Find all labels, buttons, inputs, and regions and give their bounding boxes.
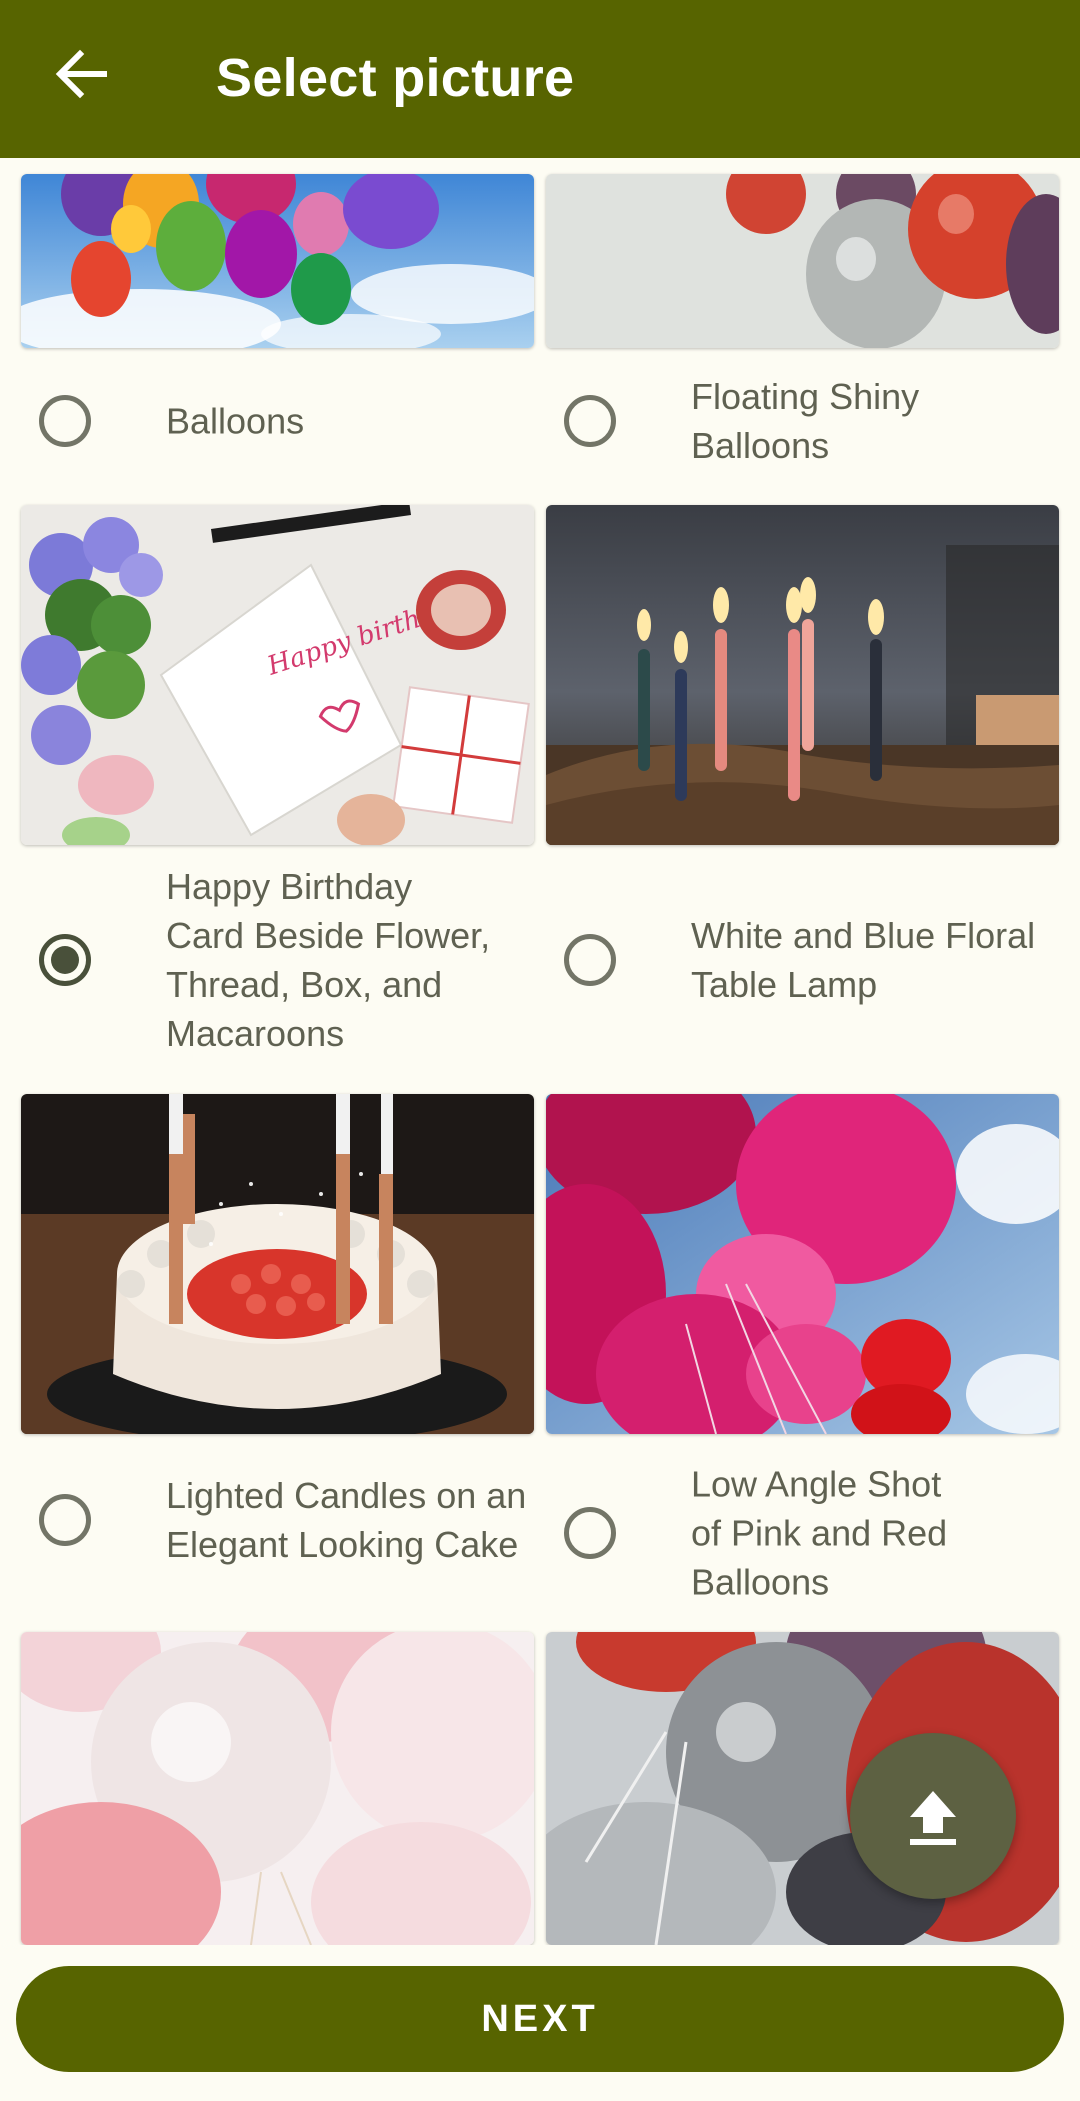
radio-button-selected[interactable] <box>39 934 91 986</box>
option-label: White and Blue Floral Table Lamp <box>691 915 1036 1005</box>
upload-icon <box>910 1791 956 1845</box>
picture-floral-table-lamp[interactable] <box>546 505 1059 845</box>
radio-button[interactable] <box>39 1494 91 1546</box>
option-label: Happy Birthday Card Beside Flower, Threa… <box>166 866 491 1054</box>
picture-grid[interactable]: Balloons Floating Shiny Balloons Happy b… <box>0 158 1080 1945</box>
option-balloons[interactable]: Balloons <box>21 361 534 481</box>
option-pink-red-balloons[interactable]: Low Angle Shot of Pink and Red Balloons <box>546 1460 1059 1605</box>
option-birthday-card[interactable]: Happy Birthday Card Beside Flower, Threa… <box>21 865 534 1055</box>
picture-pink-red-balloons[interactable] <box>546 1094 1059 1434</box>
picture-lighted-candles-cake[interactable] <box>21 1094 534 1434</box>
option-floral-table-lamp[interactable]: White and Blue Floral Table Lamp <box>546 865 1059 1055</box>
option-floating-shiny-balloons[interactable]: Floating Shiny Balloons <box>546 361 1059 481</box>
radio-button[interactable] <box>564 395 616 447</box>
next-button[interactable]: NEXT <box>16 1966 1064 2072</box>
option-lighted-candles-cake[interactable]: Lighted Candles on an Elegant Looking Ca… <box>21 1460 534 1580</box>
option-label: Floating Shiny Balloons <box>691 376 920 466</box>
app-bar: Select picture <box>0 0 1080 158</box>
option-label: Balloons <box>166 400 305 442</box>
back-arrow-icon[interactable] <box>44 36 120 112</box>
upload-fab[interactable] <box>850 1733 1016 1899</box>
picture-birthday-card[interactable]: Happy birthday! <box>21 505 534 845</box>
page-title: Select picture <box>216 48 575 108</box>
option-label: Low Angle Shot of Pink and Red Balloons <box>691 1463 948 1602</box>
option-label: Lighted Candles on an Elegant Looking Ca… <box>166 1475 527 1565</box>
radio-button[interactable] <box>564 934 616 986</box>
picture-pastel-balloons[interactable] <box>21 1632 534 1945</box>
radio-button[interactable] <box>39 395 91 447</box>
picture-floating-shiny-balloons[interactable] <box>546 174 1059 348</box>
picture-balloons[interactable] <box>21 174 534 348</box>
radio-button[interactable] <box>564 1506 616 1559</box>
